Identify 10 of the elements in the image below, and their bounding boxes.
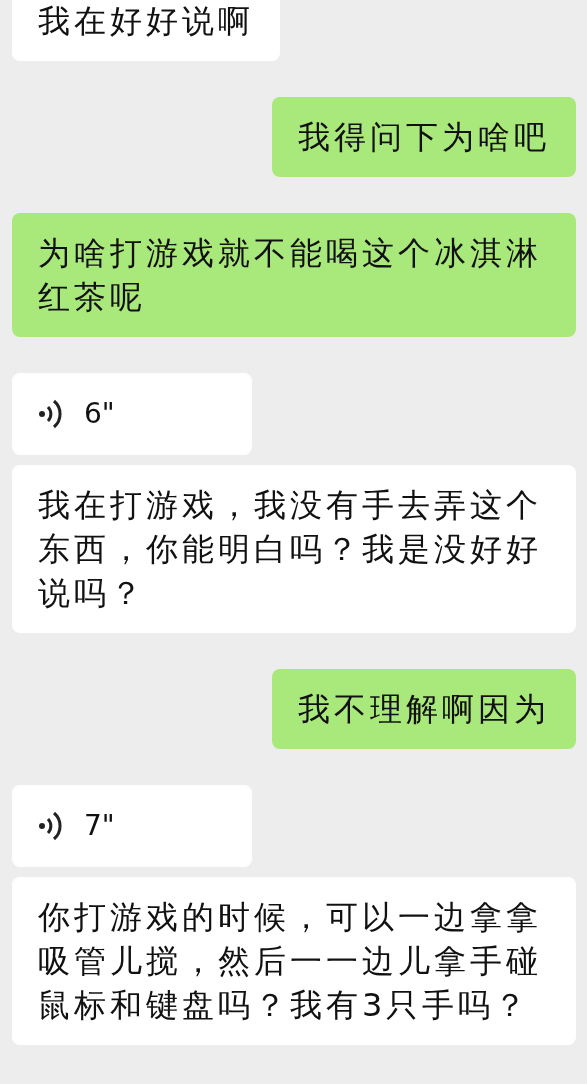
- message-bubble: 为啥打游戏就不能喝这个冰淇淋红茶呢: [12, 213, 576, 337]
- voice-icon: [38, 810, 64, 842]
- message-bubble: 我在好好说啊: [12, 0, 280, 61]
- message-bubble: 我不理解啊因为: [272, 669, 576, 749]
- message-bubble: 你打游戏的时候，可以一边拿拿吸管儿搅，然后一一边儿拿手碰鼠标和键盘吗？我有3只手吗？: [12, 877, 576, 1045]
- voice-icon: [38, 398, 64, 430]
- message-bubble: 我得问下为啥吧: [272, 97, 576, 177]
- voice-message[interactable]: 6": [12, 373, 252, 455]
- message-bubble: 我在打游戏，我没有手去弄这个东西，你能明白吗？我是没好好说吗？: [12, 465, 576, 633]
- voice-message[interactable]: 7": [12, 785, 252, 867]
